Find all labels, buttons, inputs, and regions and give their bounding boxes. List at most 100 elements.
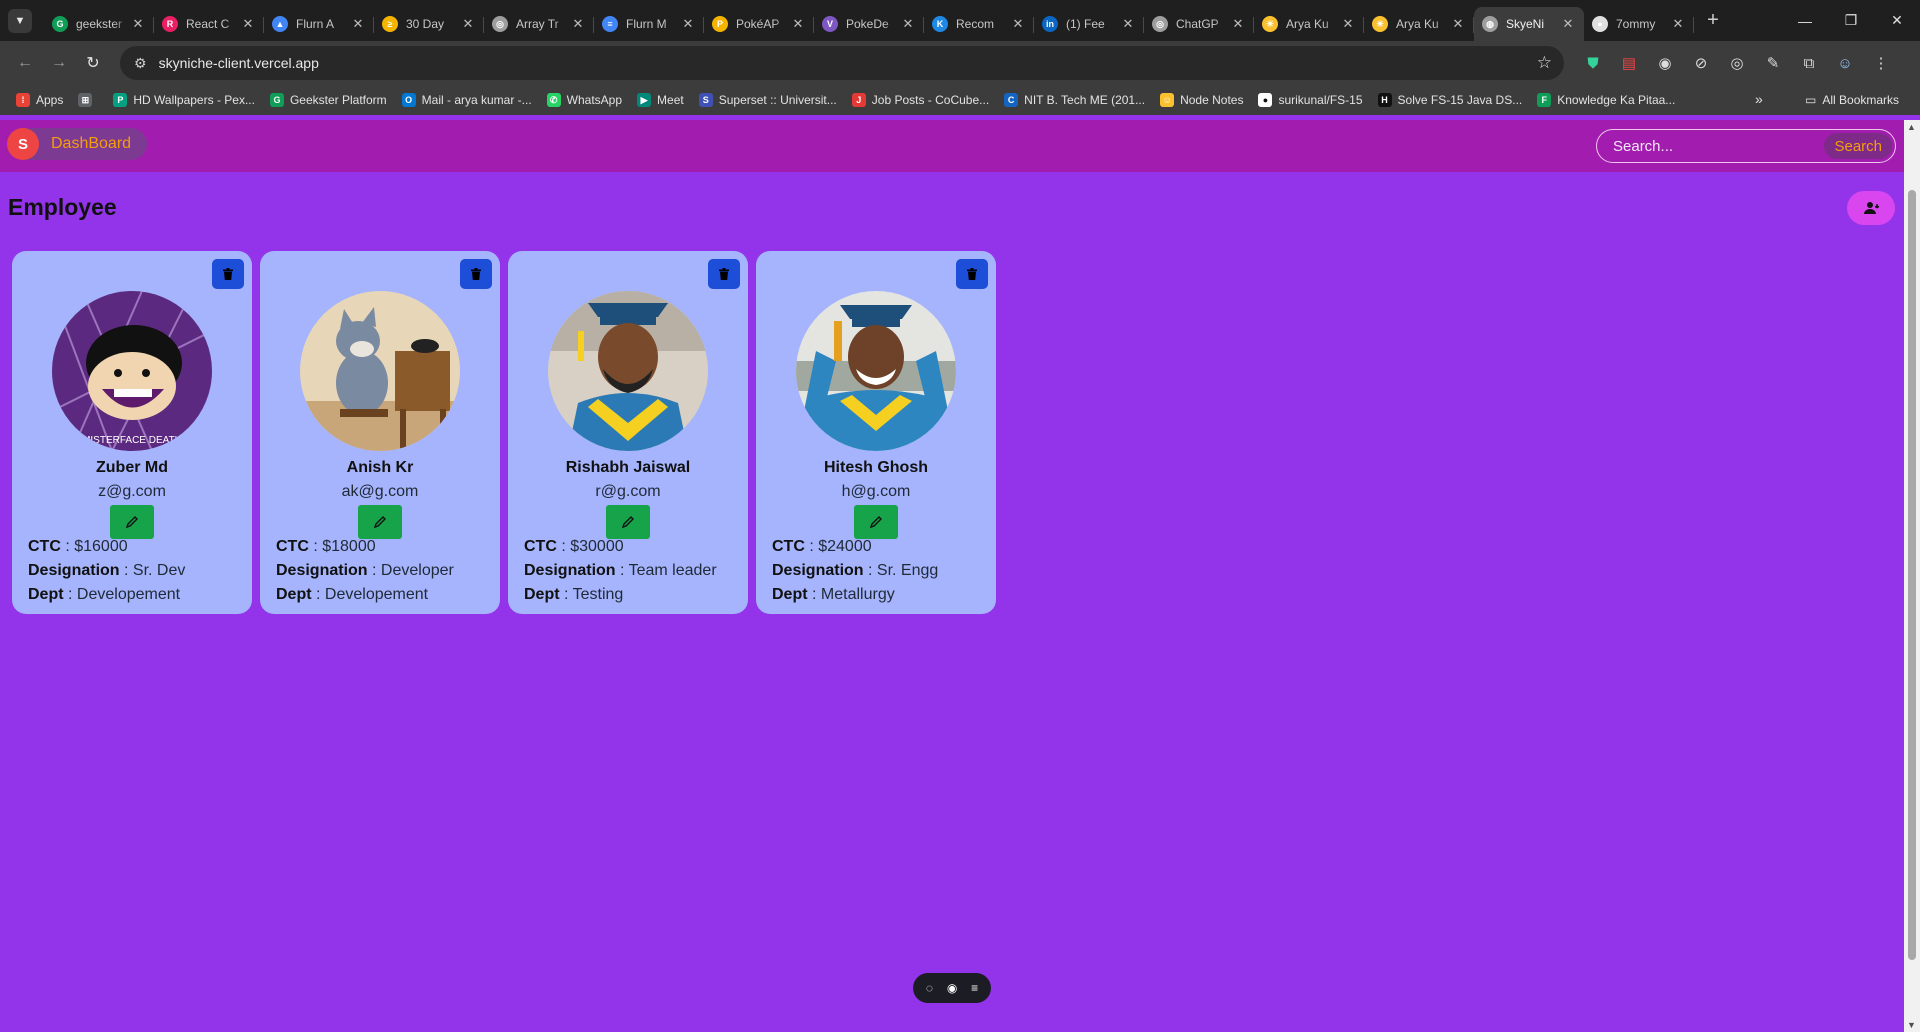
close-icon[interactable]: ✕ bbox=[1230, 16, 1246, 32]
delete-button[interactable] bbox=[956, 259, 988, 289]
close-icon[interactable]: ✕ bbox=[570, 16, 586, 32]
bookmark-item[interactable]: C NIT B. Tech ME (201... bbox=[1004, 93, 1145, 107]
browser-tab[interactable]: ☀ Arya Ku ✕ bbox=[1364, 7, 1474, 41]
page-scrollbar[interactable]: ▲ ▼ bbox=[1904, 120, 1920, 1032]
edit-button[interactable] bbox=[854, 505, 898, 539]
minimize-button[interactable]: — bbox=[1782, 0, 1828, 41]
browser-tab[interactable]: P PokéAP ✕ bbox=[704, 7, 814, 41]
forward-button[interactable]: → bbox=[42, 46, 76, 80]
close-icon[interactable]: ✕ bbox=[900, 16, 916, 32]
bookmark-label: Apps bbox=[36, 93, 64, 107]
close-icon[interactable]: ✕ bbox=[790, 16, 806, 32]
browser-tab[interactable]: ● 7ommy ✕ bbox=[1584, 7, 1694, 41]
shield-extension-icon[interactable]: ⛊ bbox=[1578, 48, 1608, 78]
bookmark-item[interactable]: S Superset :: Universit... bbox=[698, 93, 837, 107]
close-icon[interactable]: ✕ bbox=[1560, 16, 1576, 32]
chevron-down-icon: ▼ bbox=[14, 14, 26, 27]
scroll-thumb[interactable] bbox=[1908, 190, 1916, 960]
add-employee-button[interactable] bbox=[1847, 191, 1895, 225]
arrow-right-icon: → bbox=[51, 54, 67, 71]
bookmark-item[interactable]: G Geekster Platform bbox=[269, 93, 387, 107]
delete-button[interactable] bbox=[212, 259, 244, 289]
browser-tab[interactable]: R React C ✕ bbox=[154, 7, 264, 41]
browser-tab[interactable]: ▲ Flurn A ✕ bbox=[264, 7, 374, 41]
browser-tab[interactable]: in (1) Fee ✕ bbox=[1034, 7, 1144, 41]
app-navbar: S DashBoard Search bbox=[0, 120, 1904, 172]
site-info-icon[interactable]: ⚙ bbox=[134, 55, 147, 72]
scroll-down-icon[interactable]: ▼ bbox=[1907, 1020, 1916, 1030]
close-icon[interactable]: ✕ bbox=[130, 16, 146, 32]
delete-button[interactable] bbox=[460, 259, 492, 289]
compass-extension-icon[interactable]: ⊘ bbox=[1686, 48, 1716, 78]
back-button[interactable]: ← bbox=[8, 46, 42, 80]
close-icon[interactable]: ✕ bbox=[350, 16, 366, 32]
scroll-up-icon[interactable]: ▲ bbox=[1907, 122, 1916, 132]
bookmark-star-icon[interactable]: ☆ bbox=[1537, 53, 1552, 73]
pdf-extension-icon[interactable]: ▤ bbox=[1614, 48, 1644, 78]
arrow-left-icon: ← bbox=[17, 54, 33, 71]
browser-tab[interactable]: ◎ ChatGP ✕ bbox=[1144, 7, 1254, 41]
edit-button[interactable] bbox=[358, 505, 402, 539]
comment-icon[interactable]: ◌ bbox=[926, 981, 933, 995]
reload-button[interactable]: ↻ bbox=[76, 46, 110, 80]
url-text[interactable]: skyniche-client.vercel.app bbox=[159, 55, 319, 71]
browser-tab[interactable]: ≡ Flurn M ✕ bbox=[594, 7, 704, 41]
restore-button[interactable]: ❐ bbox=[1828, 0, 1874, 41]
bookmark-item[interactable]: ⁞ Apps bbox=[16, 93, 63, 107]
dept-label: Dept bbox=[772, 586, 808, 603]
profile-avatar-icon[interactable]: ☺ bbox=[1830, 48, 1860, 78]
bookmark-item[interactable]: J Job Posts - CoCube... bbox=[851, 93, 989, 107]
bookmark-item[interactable]: ⊞ bbox=[78, 93, 98, 107]
browser-tab[interactable]: Ggeekster ✕ bbox=[44, 7, 154, 41]
close-icon[interactable]: ✕ bbox=[1340, 16, 1356, 32]
bookmark-item[interactable]: O Mail - arya kumar -... bbox=[401, 93, 532, 107]
dept-field: Dept : Developement bbox=[28, 586, 181, 603]
search-input[interactable] bbox=[1613, 137, 1825, 155]
browser-tab[interactable]: K Recom ✕ bbox=[924, 7, 1034, 41]
designation-value: Sr. Dev bbox=[132, 562, 186, 579]
close-icon[interactable]: ✕ bbox=[1450, 16, 1466, 32]
chevron-double-right-icon[interactable]: » bbox=[1755, 91, 1763, 107]
all-bookmarks-button[interactable]: ▭ All Bookmarks bbox=[1805, 93, 1899, 107]
bookmark-item[interactable]: F Knowledge Ka Pitaa... bbox=[1537, 93, 1675, 107]
designation-field: Designation : Sr. Dev bbox=[28, 562, 186, 579]
bookmark-item[interactable]: H Solve FS-15 Java DS... bbox=[1377, 93, 1522, 107]
delete-button[interactable] bbox=[708, 259, 740, 289]
address-bar[interactable]: ⚙ skyniche-client.vercel.app ☆ bbox=[120, 46, 1564, 80]
bookmark-favicon-icon: P bbox=[113, 93, 128, 107]
browser-tab[interactable]: ≥30 Day ✕ bbox=[374, 7, 484, 41]
search-button[interactable]: Search bbox=[1824, 133, 1892, 159]
browser-tab-active[interactable]: ◍ SkyeNi ✕ bbox=[1474, 7, 1584, 41]
browser-tab[interactable]: V PokeDe ✕ bbox=[814, 7, 924, 41]
grammarly-extension-icon[interactable]: ◉ bbox=[1650, 48, 1680, 78]
tab-search-button[interactable]: ▼ bbox=[8, 8, 32, 33]
bookmark-item[interactable]: ☺ Node Notes bbox=[1160, 93, 1243, 107]
close-icon[interactable]: ✕ bbox=[240, 16, 256, 32]
bookmark-item[interactable]: ▶ Meet bbox=[637, 93, 684, 107]
page-title: Employee bbox=[8, 194, 117, 220]
bookmark-item[interactable]: ● surikunal/FS-15 bbox=[1258, 93, 1363, 107]
close-icon[interactable]: ✕ bbox=[460, 16, 476, 32]
edit-button[interactable] bbox=[606, 505, 650, 539]
close-window-button[interactable]: ✕ bbox=[1874, 0, 1920, 41]
bookmark-item[interactable]: P HD Wallpapers - Pex... bbox=[113, 93, 255, 107]
bookmark-label: Superset :: Universit... bbox=[718, 93, 837, 107]
target-extension-icon[interactable]: ◎ bbox=[1722, 48, 1752, 78]
close-icon[interactable]: ✕ bbox=[1120, 16, 1136, 32]
bookmark-item[interactable]: ✆ WhatsApp bbox=[546, 93, 622, 107]
close-icon[interactable]: ✕ bbox=[680, 16, 696, 32]
menu-kebab-icon[interactable]: ⋮ bbox=[1866, 48, 1896, 78]
eye-icon[interactable]: ◉ bbox=[947, 981, 957, 995]
eyedropper-extension-icon[interactable]: ✎ bbox=[1758, 48, 1788, 78]
new-tab-button[interactable]: + bbox=[1698, 6, 1728, 36]
menu-icon[interactable]: ≡ bbox=[971, 981, 978, 995]
dept-field: Dept : Testing bbox=[524, 586, 624, 603]
browser-tab[interactable]: ◎ Array Tr ✕ bbox=[484, 7, 594, 41]
puzzle-extensions-icon[interactable]: ⧉ bbox=[1794, 48, 1824, 78]
dashboard-brand-link[interactable]: S DashBoard bbox=[7, 128, 148, 160]
close-icon[interactable]: ✕ bbox=[1010, 16, 1026, 32]
close-icon[interactable]: ✕ bbox=[1670, 16, 1686, 32]
tab-strip: Ggeekster ✕ R React C ✕ ▲ Flurn A ✕ ≥30 Day ✕ … bbox=[44, 0, 1694, 41]
edit-button[interactable] bbox=[110, 505, 154, 539]
browser-tab[interactable]: ☀ Arya Ku ✕ bbox=[1254, 7, 1364, 41]
